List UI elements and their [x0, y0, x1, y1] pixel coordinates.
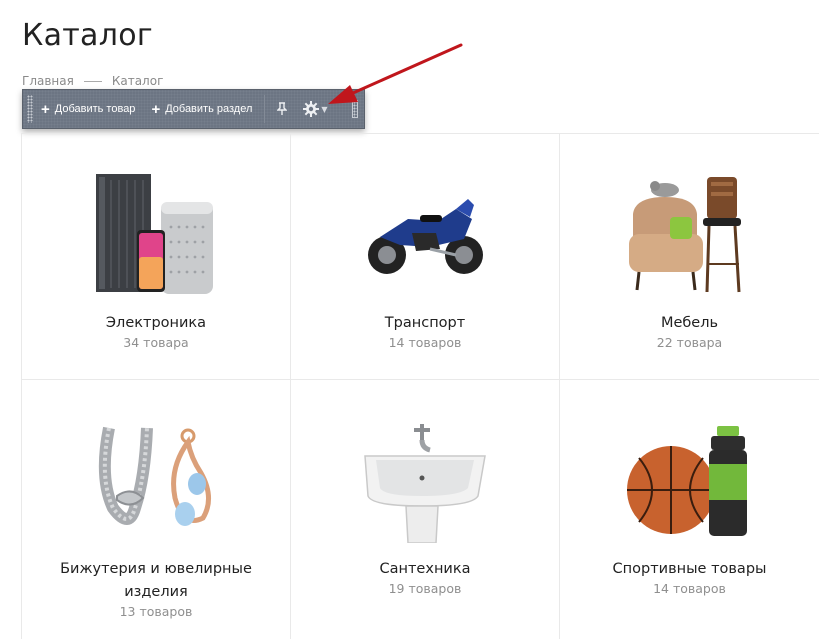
category-card-sports[interactable]: Спортивные товары 14 товаров [560, 380, 819, 639]
admin-toolbar: + Добавить товар + Добавить раздел ▼ [22, 89, 365, 129]
category-card-transport[interactable]: Транспорт 14 товаров [291, 134, 560, 380]
sports-image [560, 410, 819, 550]
category-card-electronics[interactable]: Электроника 34 товара [22, 134, 291, 380]
gear-icon [303, 101, 320, 117]
add-section-button[interactable]: + Добавить раздел [143, 90, 260, 128]
plus-icon: + [41, 100, 50, 118]
red-arrow-annotation [328, 43, 463, 104]
category-card-plumbing[interactable]: Сантехника 19 товаров [291, 380, 560, 639]
plus-icon: + [151, 100, 161, 118]
category-count: 13 товаров [119, 604, 193, 619]
furniture-image [560, 164, 819, 304]
breadcrumb: Главная Каталог [22, 74, 163, 88]
electronics-image [22, 164, 290, 304]
category-card-jewelry[interactable]: Бижутерия и ювелирные изделия 13 товаров [22, 380, 291, 639]
sink-image [291, 410, 559, 550]
category-count: 14 товаров [653, 581, 726, 596]
catalog-grid: Электроника 34 товара Транспорт 14 товар… [21, 133, 819, 639]
category-name: Мебель [660, 315, 719, 331]
pin-icon [277, 102, 288, 115]
category-count: 19 товаров [388, 581, 462, 596]
breadcrumb-home-link[interactable]: Главная [22, 74, 74, 88]
breadcrumb-separator [83, 80, 102, 82]
category-name: Бижутерия и ювелирные изделия [60, 561, 252, 600]
category-name: Спортивные товары [612, 561, 767, 577]
category-name: Сантехника [379, 561, 471, 577]
toolbar-divider [264, 95, 266, 123]
breadcrumb-current: Каталог [111, 74, 164, 88]
category-count: 22 товара [656, 335, 723, 350]
add-product-button[interactable]: + Добавить товар [33, 90, 143, 128]
add-section-label: Добавить раздел [165, 103, 253, 115]
pin-button[interactable] [269, 90, 295, 128]
add-product-label: Добавить товар [54, 103, 136, 115]
category-count: 34 товара [123, 335, 189, 350]
category-name: Транспорт [384, 315, 466, 331]
category-count: 14 товаров [388, 335, 462, 350]
jewelry-image [22, 410, 290, 550]
motorcycle-image [291, 164, 559, 304]
category-card-furniture[interactable]: Мебель 22 товара [560, 134, 819, 380]
page-title: Каталог [22, 18, 153, 53]
category-name: Электроника [105, 315, 207, 331]
